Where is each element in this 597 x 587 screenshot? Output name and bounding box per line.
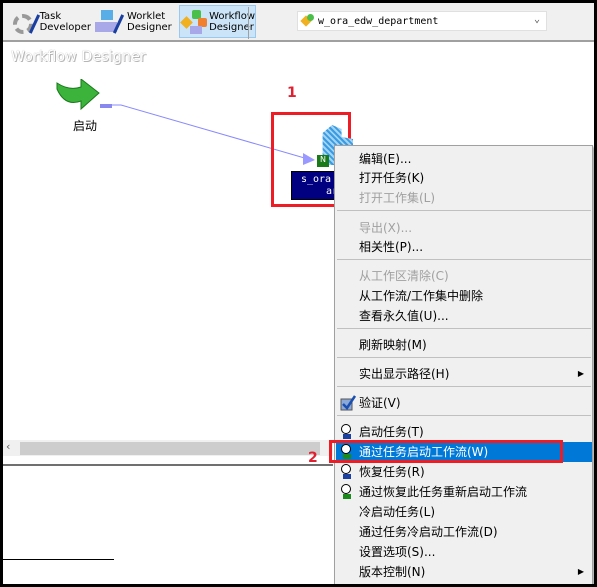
submenu-arrow-icon: ▶	[577, 369, 584, 378]
menu-item-label: 打开工作集(L)	[359, 191, 436, 205]
menu-separator	[337, 357, 591, 358]
menu-item-label: 启动任务(T)	[359, 425, 424, 439]
menu-item-label: 导出(X)...	[359, 221, 413, 235]
menu-item[interactable]: 从工作区清除(C)	[336, 266, 592, 286]
menu-separator	[337, 328, 591, 329]
menu-item[interactable]: 实出显示路径(H) ▶	[336, 364, 592, 384]
menu-item-label: 编辑(E)...	[359, 152, 412, 166]
menu-separator	[337, 415, 591, 416]
menu-item[interactable]: 相关性(P)...	[336, 237, 592, 257]
menu-item[interactable]: 打开工作集(L)	[336, 188, 592, 208]
annotation-box-2	[329, 440, 563, 463]
menu-separator	[337, 259, 591, 260]
context-menu: 编辑(E)... 打开任务(K) 打开工作集(L) 导出(X)... 相关性(P)...…	[334, 145, 593, 584]
menu-item[interactable]: 冷启动任务(L)	[336, 502, 592, 522]
pane-divider[interactable]	[3, 464, 333, 466]
menu-item[interactable]: 恢复任务(R)	[336, 462, 592, 482]
menu-item-label: 版本控制(N)	[359, 565, 426, 579]
menu-item[interactable]: 验证(V)	[336, 393, 592, 413]
menu-item-label: 验证(V)	[359, 396, 401, 410]
clock-start-icon	[340, 424, 354, 440]
workflow-manager-window: Task Developer Worklet Designer Workflow De…	[3, 3, 594, 584]
menu-separator	[337, 386, 591, 387]
divider-line	[3, 559, 114, 560]
menu-item-label: 实出显示路径(H)	[359, 367, 450, 381]
menu-item[interactable]: 查看永久值(U)...	[336, 306, 592, 326]
menu-item[interactable]: 从工作流/工作集中删除	[336, 286, 592, 306]
menu-item[interactable]: 通过恢复此任务重新启动工作流	[336, 482, 592, 502]
session-badge-icon: N	[317, 155, 329, 167]
menu-item-label: 从工作流/工作集中删除	[359, 289, 484, 303]
annotation-1: 1	[287, 85, 297, 101]
menu-item-label: 打开任务(K)	[359, 171, 425, 185]
scrollbar-thumb[interactable]	[20, 442, 320, 455]
menu-item[interactable]: 通过任务冷启动工作流(D)	[336, 522, 592, 542]
clock-restart-icon	[340, 484, 354, 500]
horizontal-scrollbar[interactable]: ‹	[3, 440, 333, 456]
menu-item-label: 通过任务冷启动工作流(D)	[359, 525, 498, 539]
menu-item[interactable]: 导出(X)...	[336, 218, 592, 238]
start-task-label: 启动	[73, 119, 98, 133]
menu-item-label: 查看永久值(U)...	[359, 309, 449, 323]
menu-item[interactable]: 编辑(E)...	[336, 149, 592, 169]
menu-item[interactable]: 启动任务(T)	[336, 422, 592, 442]
menu-item-label: 相关性(P)...	[359, 240, 424, 254]
validate-check-icon	[340, 395, 357, 411]
task-name-line1: s_ora	[300, 174, 332, 185]
start-task-icon[interactable]	[55, 77, 101, 111]
menu-item[interactable]: 版本控制(N) ▶	[336, 562, 592, 582]
scroll-left-icon[interactable]: ‹	[6, 440, 10, 453]
menu-item-label: 刷新映射(M)	[359, 338, 427, 352]
menu-item-label: 设置选项(S)...	[359, 545, 436, 559]
submenu-arrow-icon: ▶	[577, 567, 584, 576]
clock-recover-icon	[340, 464, 354, 480]
menu-item-label: 冷启动任务(L)	[359, 505, 436, 519]
menu-item[interactable]: 刷新映射(M)	[336, 335, 592, 355]
menu-item[interactable]: 打开任务(K)	[336, 168, 592, 188]
menu-item-label: 通过恢复此任务重新启动工作流	[359, 485, 528, 499]
menu-item[interactable]: 设置选项(S)...	[336, 542, 592, 562]
menu-item-label: 恢复任务(R)	[359, 465, 425, 479]
task-name-line2: ar	[325, 186, 338, 197]
menu-item-label: 从工作区清除(C)	[359, 269, 449, 283]
menu-separator	[337, 210, 591, 211]
